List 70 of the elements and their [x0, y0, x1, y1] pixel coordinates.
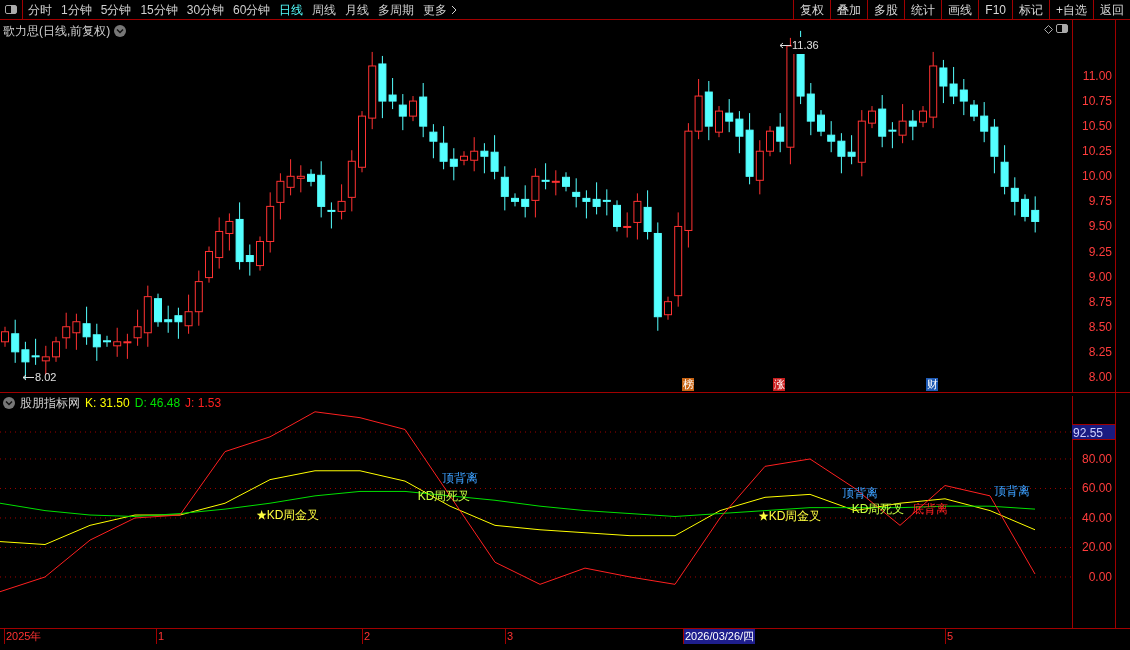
period-tab[interactable]: 多周期 [378, 0, 415, 19]
date-label: 5 [945, 629, 955, 644]
price-tick: 8.25 [1088, 344, 1112, 359]
value-tick: 40.00 [1081, 510, 1112, 525]
event-marker[interactable]: 财 [926, 378, 938, 391]
toolbar-button[interactable]: 标记 [1012, 0, 1049, 19]
toolbar-button[interactable]: 叠加 [830, 0, 868, 19]
price-tick: 8.50 [1088, 319, 1112, 334]
toolbar-button[interactable]: 复权 [793, 0, 831, 19]
date-label: 1 [156, 629, 166, 644]
date-label: 3 [505, 629, 515, 644]
price-tick: 9.75 [1088, 194, 1112, 209]
chevron-down-icon[interactable] [114, 25, 127, 37]
toolbar-button[interactable]: +自选 [1049, 0, 1093, 19]
toolbar-button[interactable]: F10 [978, 0, 1012, 19]
price-tick: 10.75 [1081, 94, 1112, 109]
price-tick: 10.50 [1081, 119, 1112, 134]
price-tick: 10.00 [1081, 169, 1112, 184]
date-label: 2026/03/26/四 [683, 629, 756, 644]
date-label: 2 [362, 629, 372, 644]
price-tick: 8.00 [1088, 369, 1112, 384]
period-tab[interactable]: 15分钟 [140, 0, 178, 19]
star-icon [758, 511, 769, 522]
signal-label: 顶背离 [442, 470, 478, 488]
indicator-reading: : 46.48 [143, 395, 181, 412]
legend-label: K [85, 395, 93, 412]
period-tab[interactable]: 分时 [28, 0, 52, 19]
legend-label: J [185, 395, 192, 412]
date-label: 2025年 [4, 629, 43, 644]
price-tick: 11.00 [1082, 69, 1112, 83]
value-tick: 0.00 [1088, 569, 1112, 584]
chart-title: 歌力思(日线,前复权) [3, 23, 111, 40]
panel-toggle-icon[interactable] [1056, 24, 1068, 33]
signal-label: KD周金叉 [768, 508, 822, 526]
current-value-label: 92.55 [1072, 424, 1115, 440]
indicator-reading: : 1.53 [191, 395, 222, 412]
period-tab[interactable]: 1分钟 [61, 0, 92, 19]
price-tick: 9.25 [1088, 244, 1112, 259]
chevron-down-icon[interactable] [3, 397, 15, 409]
toolbar-button[interactable]: 画线 [941, 0, 979, 19]
period-tab[interactable]: 周线 [312, 0, 337, 19]
high-price-label: 11.36 [792, 37, 819, 54]
period-tab[interactable]: 60分钟 [233, 0, 271, 19]
signal-label: KD周金叉 [266, 507, 320, 524]
toolbar-button[interactable]: 统计 [904, 0, 942, 19]
arrow-left-icon [22, 373, 34, 381]
price-tick: 10.25 [1081, 144, 1112, 159]
event-marker[interactable]: 涨 [773, 378, 785, 391]
star-icon [256, 510, 267, 520]
value-tick: 60.00 [1081, 481, 1112, 496]
toolbar-button[interactable]: 返回 [1093, 0, 1130, 19]
period-tab[interactable]: 日线 [279, 0, 304, 19]
price-tick: 8.75 [1088, 294, 1112, 309]
period-tab[interactable]: 更多 [423, 0, 448, 19]
price-tick: 9.00 [1088, 269, 1112, 284]
low-price-label: 8.02 [35, 370, 57, 385]
chevron-right-icon[interactable] [451, 4, 458, 15]
price-tick: 9.50 [1088, 219, 1112, 234]
diamond-icon[interactable] [1044, 25, 1053, 34]
indicator-name: 股朋指标网 [20, 395, 80, 412]
indicator-reading: : 31.50 [93, 395, 130, 412]
event-marker[interactable]: 榜 [682, 378, 694, 391]
period-tab[interactable]: 月线 [345, 0, 370, 19]
value-tick: 20.00 [1081, 540, 1112, 555]
value-tick: 80.00 [1081, 451, 1112, 466]
period-tab[interactable]: 30分钟 [186, 0, 225, 19]
toolbar-button[interactable]: 多股 [867, 0, 905, 19]
arrow-left-icon [779, 41, 791, 49]
signal-label: 顶背离 [994, 483, 1030, 501]
period-tab[interactable]: 5分钟 [100, 0, 132, 19]
